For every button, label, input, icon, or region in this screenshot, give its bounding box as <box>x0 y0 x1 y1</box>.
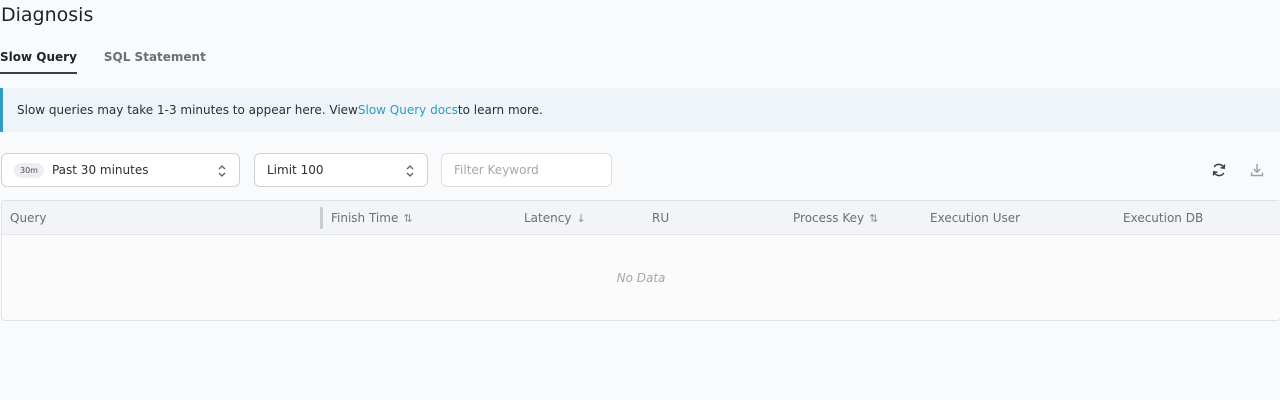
column-header-ru[interactable]: RU <box>652 201 669 235</box>
table-body: No Data <box>2 235 1280 321</box>
tab-bar: Slow Query SQL Statement <box>0 44 233 74</box>
table-header: Query Finish Time ⇅ Latency ↓ RU Process… <box>2 201 1280 235</box>
tab-sql-statement[interactable]: SQL Statement <box>104 44 206 74</box>
download-icon[interactable] <box>1248 161 1266 179</box>
time-range-select[interactable]: 30m Past 30 minutes <box>1 153 240 187</box>
column-header-latency[interactable]: Latency ↓ <box>524 201 586 235</box>
column-label: RU <box>652 211 670 225</box>
column-label: Execution User <box>930 211 1021 225</box>
empty-state-text: No Data <box>616 271 666 285</box>
column-label: Execution DB <box>1123 211 1204 225</box>
slow-query-docs-link[interactable]: Slow Query docs <box>358 103 458 117</box>
column-label: Latency <box>524 211 572 225</box>
chevron-up-down-icon <box>218 165 226 177</box>
filter-keyword-input[interactable] <box>441 153 612 187</box>
column-label: Process Key <box>793 211 865 225</box>
column-label: Finish Time <box>331 211 399 225</box>
slow-query-table: Query Finish Time ⇅ Latency ↓ RU Process… <box>1 200 1280 321</box>
info-banner: Slow queries may take 1-3 minutes to app… <box>0 88 1280 132</box>
banner-text-before: Slow queries may take 1-3 minutes to app… <box>17 103 358 117</box>
time-range-badge: 30m <box>14 162 44 178</box>
refresh-icon[interactable] <box>1210 161 1228 179</box>
column-header-query[interactable]: Query <box>10 201 46 235</box>
sort-icon: ⇅ <box>869 211 879 225</box>
column-header-process-key[interactable]: Process Key ⇅ <box>793 201 878 235</box>
sort-descending-icon: ↓ <box>576 211 586 225</box>
slow-query-page: Diagnosis Slow Query SQL Statement Slow … <box>0 0 1280 400</box>
time-range-value: Past 30 minutes <box>51 163 149 177</box>
limit-select[interactable]: Limit 100 <box>254 153 428 187</box>
chevron-up-down-icon <box>406 165 414 177</box>
sort-icon: ⇅ <box>403 211 413 225</box>
banner-text-after: to learn more. <box>457 103 543 117</box>
column-label: Query <box>10 211 47 225</box>
page-title: Diagnosis <box>1 4 94 26</box>
column-header-execution-user[interactable]: Execution User <box>930 201 1020 235</box>
toolbar: 30m Past 30 minutes Limit 100 <box>0 153 1280 187</box>
column-header-finish-time[interactable]: Finish Time ⇅ <box>331 201 413 235</box>
column-resize-handle[interactable] <box>320 207 323 229</box>
column-header-execution-db[interactable]: Execution DB <box>1123 201 1203 235</box>
tab-slow-query[interactable]: Slow Query <box>0 44 77 74</box>
limit-value: Limit 100 <box>267 163 324 177</box>
